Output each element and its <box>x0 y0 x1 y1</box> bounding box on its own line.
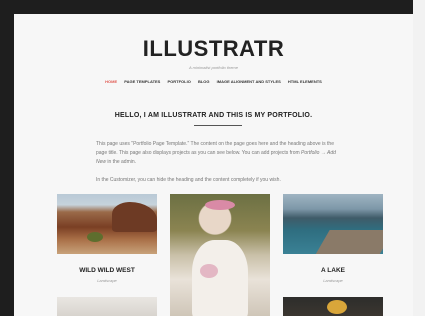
white-dress <box>192 240 248 316</box>
bride-photo[interactable] <box>170 194 270 316</box>
intro-text: This page uses "Portfolio Page Template.… <box>96 140 346 194</box>
portfolio-item-wedding-table[interactable] <box>57 297 157 316</box>
nav-item-home[interactable]: HOME <box>105 79 117 84</box>
nav-item-page-templates[interactable]: PAGE TEMPLATES <box>124 79 160 84</box>
portfolio-item-desert[interactable] <box>57 194 157 254</box>
desert-bush <box>87 232 103 242</box>
wedding-table-photo[interactable] <box>57 297 157 316</box>
main-navigation: HOME PAGE TEMPLATES PORTFOLIO BLOG IMAGE… <box>14 79 413 84</box>
intro-text-part: This page uses "Portfolio Page Template.… <box>96 141 334 156</box>
wooden-pier <box>312 230 383 254</box>
dark-frame-top <box>0 0 425 14</box>
flower-crown <box>205 200 235 210</box>
portfolio-item-bride[interactable] <box>170 194 270 316</box>
rock-formation <box>112 202 157 232</box>
lake-photo[interactable] <box>283 194 383 254</box>
frame-right <box>413 0 425 316</box>
browser-page: ILLUSTRATR A minimalist portfolio theme … <box>14 14 413 316</box>
portfolio-item-lake[interactable] <box>283 194 383 254</box>
intro-paragraph-2: In the Customizer, you can hide the head… <box>96 177 281 183</box>
page-title: HELLO, I AM ILLUSTRATR AND THIS IS MY PO… <box>114 112 313 119</box>
nav-item-blog[interactable]: BLOG <box>198 79 210 84</box>
intro-paragraph-1: This page uses "Portfolio Page Template.… <box>96 140 346 167</box>
portfolio-item-title[interactable]: WILD WILD WEST <box>57 267 157 274</box>
nav-item-image-alignment[interactable]: IMAGE ALIGNMENT AND STYLES <box>217 79 281 84</box>
portfolio-item-food[interactable] <box>283 297 383 316</box>
food-photo[interactable] <box>283 297 383 316</box>
nav-item-html-elements[interactable]: HTML ELEMENTS <box>288 79 322 84</box>
nav-item-portfolio[interactable]: PORTFOLIO <box>167 79 190 84</box>
portfolio-item-category: Landscape <box>323 278 343 283</box>
dark-frame-left <box>0 0 14 316</box>
desert-photo[interactable] <box>57 194 157 254</box>
bouquet <box>200 264 218 278</box>
intro-text-part: in the admin. <box>106 159 137 165</box>
portfolio-item-title[interactable]: A LAKE <box>283 267 383 274</box>
food-plate <box>327 300 347 314</box>
portfolio-item-category: Landscape <box>97 278 117 283</box>
site-logo[interactable]: ILLUSTRATR <box>14 36 413 62</box>
title-divider <box>194 125 242 126</box>
site-tagline: A minimalist portfolio theme <box>189 65 238 70</box>
